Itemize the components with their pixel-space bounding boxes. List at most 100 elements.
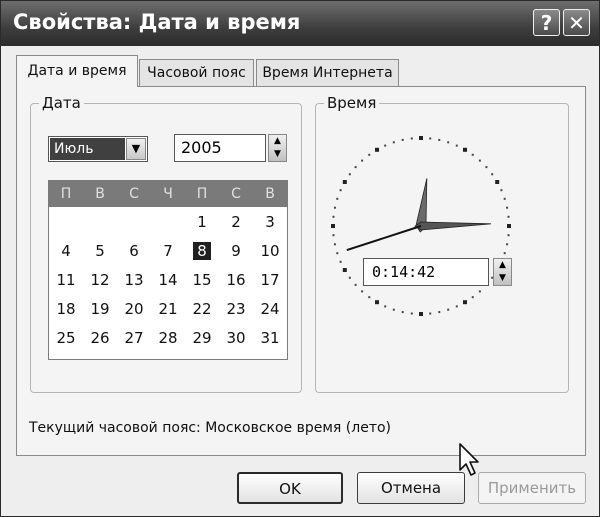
calendar-day[interactable]: 9 bbox=[219, 238, 253, 264]
clock-hour-mark bbox=[331, 224, 335, 228]
calendar-day[interactable]: 17 bbox=[253, 267, 287, 293]
calendar-day[interactable]: 23 bbox=[219, 296, 253, 322]
clock-hour-mark bbox=[463, 147, 467, 152]
cancel-button[interactable]: Отмена bbox=[357, 472, 465, 504]
calendar-day[interactable]: 30 bbox=[219, 325, 253, 351]
title-bar[interactable]: Свойства: Дата и время ? ✕ bbox=[1, 1, 599, 46]
calendar-day[interactable]: 24 bbox=[253, 296, 287, 322]
calendar-day-label: 13 bbox=[124, 271, 144, 289]
calendar-day[interactable]: 7 bbox=[151, 238, 185, 264]
calendar-day-label: 30 bbox=[226, 329, 246, 347]
clock-minute-mark bbox=[361, 290, 364, 293]
calendar-day[interactable]: 21 bbox=[151, 296, 185, 322]
clock-hour-mark bbox=[419, 312, 423, 316]
calendar-day[interactable]: 16 bbox=[219, 267, 253, 293]
help-button[interactable]: ? bbox=[533, 9, 560, 36]
calendar-day[interactable]: 14 bbox=[151, 267, 185, 293]
calendar-day[interactable]: 13 bbox=[117, 267, 151, 293]
calendar-day[interactable]: 3 bbox=[253, 209, 287, 235]
calendar-day[interactable]: 2 bbox=[219, 209, 253, 235]
tab-internet-time[interactable]: Время Интернета bbox=[256, 59, 399, 86]
calendar-day-label: 12 bbox=[90, 271, 110, 289]
month-select[interactable]: Июль ▼ bbox=[48, 136, 148, 162]
window-title: Свойства: Дата и время bbox=[13, 10, 301, 34]
calendar-day[interactable]: 19 bbox=[83, 296, 117, 322]
analog-clock bbox=[331, 136, 511, 316]
calendar-day[interactable]: 15 bbox=[185, 267, 219, 293]
clock-minute-mark bbox=[336, 197, 339, 200]
calendar-day-label: 14 bbox=[158, 271, 178, 289]
time-spinner[interactable]: ▲ ▼ bbox=[493, 258, 512, 286]
date-group-title: Дата bbox=[39, 94, 84, 112]
ok-button[interactable]: OK bbox=[237, 472, 343, 504]
clock-minute-mark bbox=[333, 243, 336, 246]
clock-minute-mark bbox=[507, 234, 510, 237]
tab-date-time[interactable]: Дата и время bbox=[16, 55, 138, 87]
month-value: Июль bbox=[50, 138, 125, 160]
clock-second-hand bbox=[346, 225, 422, 252]
clock-minute-mark bbox=[485, 166, 488, 169]
calendar-day[interactable]: 22 bbox=[185, 296, 219, 322]
spin-up-icon[interactable]: ▲ bbox=[269, 135, 286, 148]
calendar-day-label: 6 bbox=[129, 242, 139, 260]
clock-minute-mark bbox=[506, 206, 509, 209]
clock-minute-mark bbox=[361, 159, 364, 162]
calendar-day[interactable]: 6 bbox=[117, 238, 151, 264]
clock-minute-mark bbox=[429, 312, 432, 315]
calendar-day[interactable]: 18 bbox=[49, 296, 83, 322]
clock-minute-mark bbox=[447, 141, 450, 144]
calendar-day-label: 28 bbox=[158, 329, 178, 347]
calendar-day-label: 29 bbox=[192, 329, 212, 347]
calendar-day[interactable]: 12 bbox=[83, 267, 117, 293]
calendar-day[interactable]: 11 bbox=[49, 267, 83, 293]
time-group-title: Время bbox=[324, 94, 380, 112]
year-spinner[interactable]: ▲ ▼ bbox=[268, 134, 287, 162]
clock-minute-mark bbox=[471, 296, 474, 299]
chevron-down-icon[interactable]: ▼ bbox=[126, 138, 146, 160]
weekday-label: С bbox=[231, 186, 241, 202]
clock-minute-mark bbox=[354, 166, 357, 169]
spin-down-icon[interactable]: ▼ bbox=[269, 148, 286, 161]
clock-minute-mark bbox=[348, 276, 351, 279]
calendar-day-label: 1 bbox=[197, 213, 207, 231]
tab-time-zone[interactable]: Часовой пояс bbox=[139, 59, 254, 86]
clock-minute-mark bbox=[348, 173, 351, 176]
clock-minute-mark bbox=[410, 312, 413, 315]
weekday-label: Ч bbox=[163, 186, 173, 202]
time-input[interactable]: 0:14:42 bbox=[363, 258, 489, 286]
calendar-day[interactable]: 31 bbox=[253, 325, 287, 351]
calendar-day-label: 16 bbox=[226, 271, 246, 289]
calendar-day-label: 18 bbox=[56, 300, 76, 318]
calendar-day[interactable]: 20 bbox=[117, 296, 151, 322]
calendar-day[interactable]: 26 bbox=[83, 325, 117, 351]
clock-minute-mark bbox=[507, 215, 510, 218]
clock-minute-mark bbox=[384, 305, 387, 308]
clock-minute-mark bbox=[339, 189, 342, 192]
clock-minute-mark bbox=[429, 137, 432, 140]
weekday-label: П bbox=[196, 186, 208, 202]
current-timezone-label: Текущий часовой пояс: Московское время (… bbox=[29, 420, 392, 436]
apply-button[interactable]: Применить bbox=[478, 472, 586, 504]
calendar-day[interactable]: 4 bbox=[49, 238, 83, 264]
year-input[interactable]: 2005 bbox=[174, 134, 266, 162]
calendar-day-label: 20 bbox=[124, 300, 144, 318]
calendar-day[interactable]: 29 bbox=[185, 325, 219, 351]
calendar-day[interactable]: 28 bbox=[151, 325, 185, 351]
calendar-day[interactable]: 10 bbox=[253, 238, 287, 264]
spin-up-icon[interactable]: ▲ bbox=[494, 259, 511, 272]
calendar-day-label: 19 bbox=[90, 300, 110, 318]
clock-minute-hand bbox=[414, 221, 492, 231]
calendar-day-selected[interactable]: 8 bbox=[185, 238, 219, 264]
clock-minute-mark bbox=[392, 141, 395, 144]
spin-down-icon[interactable]: ▼ bbox=[494, 272, 511, 285]
calendar-day[interactable]: 27 bbox=[117, 325, 151, 351]
clock-hour-mark bbox=[419, 136, 423, 140]
calendar-day[interactable]: 25 bbox=[49, 325, 83, 351]
close-button[interactable]: ✕ bbox=[563, 9, 590, 36]
calendar-day-label: 21 bbox=[158, 300, 178, 318]
clock-minute-mark bbox=[401, 311, 404, 314]
clock-minute-mark bbox=[332, 234, 335, 237]
calendar-day[interactable]: 5 bbox=[83, 238, 117, 264]
weekday-label: П bbox=[60, 186, 72, 202]
calendar-day[interactable]: 1 bbox=[185, 209, 219, 235]
